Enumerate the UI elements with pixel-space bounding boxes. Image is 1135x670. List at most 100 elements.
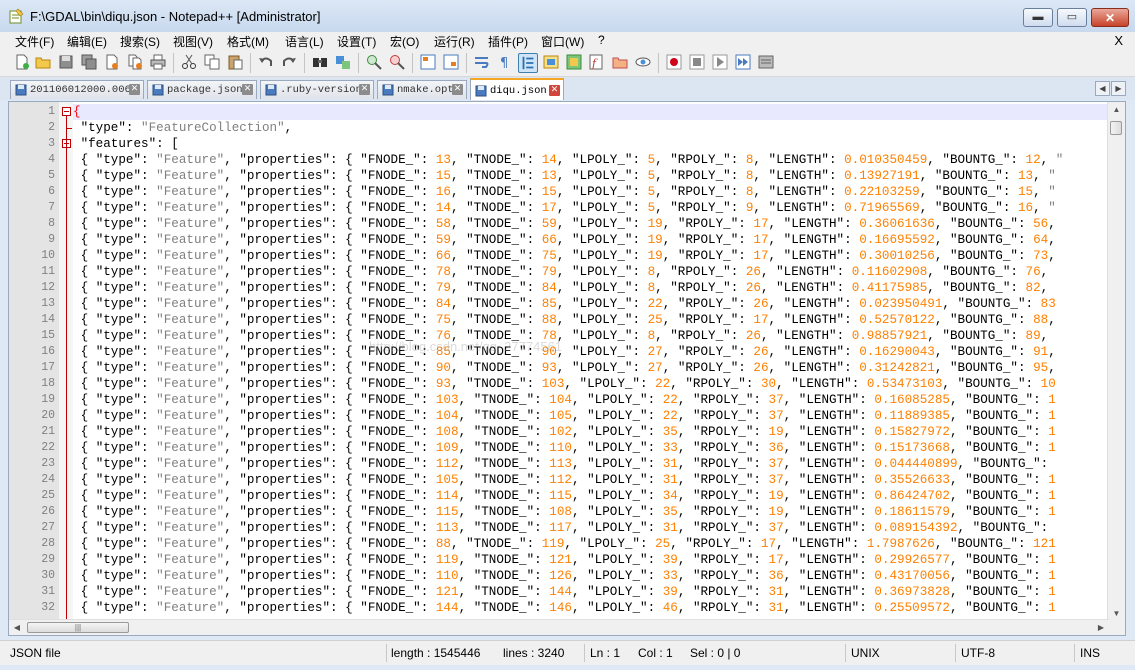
sync-horizontal-icon[interactable] [443, 54, 459, 70]
replace-icon[interactable] [335, 54, 351, 70]
code-line[interactable]: { "type": "Feature", "properties": { "FN… [73, 600, 1107, 616]
tab-nmake-opt[interactable]: nmake.opt ✕ [377, 80, 467, 99]
code-line[interactable]: { "type": "Feature", "properties": { "FN… [73, 248, 1107, 264]
code-line[interactable]: { "type": "Feature", "properties": { "FN… [73, 552, 1107, 568]
folder-as-workspace-icon[interactable] [612, 54, 628, 70]
monitoring-icon[interactable] [635, 54, 651, 70]
fold-margin[interactable] [59, 102, 73, 635]
code-line[interactable]: { "type": "Feature", "properties": { "FN… [73, 504, 1107, 520]
code-line[interactable]: { "type": "Feature", "properties": { "FN… [73, 328, 1107, 344]
code-line[interactable]: { "type": "Feature", "properties": { "FN… [73, 568, 1107, 584]
tab-close-icon[interactable]: ✕ [242, 84, 253, 95]
copy-icon[interactable] [204, 54, 220, 70]
save-all-icon[interactable] [81, 54, 97, 70]
tab-diqu-json[interactable]: diqu.json ✕ [470, 78, 564, 100]
stop-macro-icon[interactable] [689, 54, 705, 70]
code-line[interactable]: { "type": "Feature", "properties": { "FN… [73, 424, 1107, 440]
tab-package-json[interactable]: package.json ✕ [147, 80, 257, 99]
vertical-scroll-thumb[interactable] [1110, 121, 1122, 135]
code-line[interactable]: "features": [ [73, 136, 1107, 152]
find-icon[interactable] [312, 54, 328, 70]
close-window-button[interactable]: ✕ [1091, 8, 1129, 27]
tab-201106012000-006[interactable]: 201106012000.006 ✕ [10, 80, 144, 99]
show-all-chars-icon[interactable]: ¶ [497, 54, 513, 70]
menu-run[interactable]: 运行(R) [434, 33, 475, 50]
sync-vertical-icon[interactable] [420, 54, 436, 70]
code-line[interactable]: { "type": "Feature", "properties": { "FN… [73, 408, 1107, 424]
doc-map-icon[interactable] [566, 54, 582, 70]
zoom-in-icon[interactable] [366, 54, 382, 70]
menu-window[interactable]: 窗口(W) [541, 33, 584, 50]
code-line[interactable]: { "type": "Feature", "properties": { "FN… [73, 344, 1107, 360]
menu-view[interactable]: 视图(V) [173, 33, 213, 50]
zoom-out-icon[interactable] [389, 54, 405, 70]
code-line[interactable]: { [73, 104, 1107, 120]
code-line[interactable]: { "type": "Feature", "properties": { "FN… [73, 536, 1107, 552]
language-icon[interactable] [543, 54, 559, 70]
print-icon[interactable] [150, 54, 166, 70]
save-icon[interactable] [58, 54, 74, 70]
code-line[interactable]: { "type": "Feature", "properties": { "FN… [73, 440, 1107, 456]
run-macro-multiple-icon[interactable] [735, 54, 751, 70]
code-line[interactable]: { "type": "Feature", "properties": { "FN… [73, 456, 1107, 472]
menu-settings[interactable]: 设置(T) [337, 33, 376, 50]
record-macro-icon[interactable] [666, 54, 682, 70]
paste-icon[interactable] [227, 54, 243, 70]
code-line[interactable]: { "type": "Feature", "properties": { "FN… [73, 392, 1107, 408]
menu-file[interactable]: 文件(F) [15, 33, 54, 50]
undo-icon[interactable] [258, 54, 274, 70]
code-line[interactable]: { "type": "Feature", "properties": { "FN… [73, 152, 1107, 168]
word-wrap-icon[interactable] [474, 54, 490, 70]
code-line[interactable]: { "type": "Feature", "properties": { "FN… [73, 184, 1107, 200]
scroll-up-icon[interactable]: ▲ [1109, 102, 1124, 118]
code-line[interactable]: { "type": "Feature", "properties": { "FN… [73, 360, 1107, 376]
code-line[interactable]: { "type": "Feature", "properties": { "FN… [73, 216, 1107, 232]
menu-format[interactable]: 格式(M) [227, 33, 269, 50]
close-file-icon[interactable] [104, 54, 120, 70]
fold-toggle-icon[interactable] [62, 107, 71, 116]
text-editor[interactable]: 1 2 3 4 5 6 7 8 9 10 11 12 13 14 15 16 17 18 19 20 21 22 23 24 2… [8, 101, 1126, 636]
code-line[interactable]: { "type": "Feature", "properties": { "FN… [73, 584, 1107, 600]
close-document-button[interactable]: X [1114, 33, 1123, 48]
minimize-button[interactable]: ▬ [1023, 8, 1053, 27]
horizontal-scrollbar[interactable]: ◀ ||| ▶ [9, 619, 1109, 635]
code-line[interactable]: { "type": "Feature", "properties": { "FN… [73, 280, 1107, 296]
menu-language[interactable]: 语言(L) [285, 33, 324, 50]
scroll-left-icon[interactable]: ◀ [9, 620, 25, 635]
maximize-button[interactable]: ▭ [1057, 8, 1087, 27]
save-macro-icon[interactable] [758, 54, 774, 70]
tab-close-icon[interactable]: ✕ [129, 84, 140, 95]
code-line[interactable]: { "type": "Feature", "properties": { "FN… [73, 472, 1107, 488]
code-line[interactable]: { "type": "Feature", "properties": { "FN… [73, 376, 1107, 392]
horizontal-scroll-thumb[interactable]: ||| [27, 622, 129, 633]
menu-help[interactable]: ? [598, 33, 605, 47]
play-macro-icon[interactable] [712, 54, 728, 70]
code-line[interactable]: { "type": "Feature", "properties": { "FN… [73, 264, 1107, 280]
code-line[interactable]: { "type": "Feature", "properties": { "FN… [73, 312, 1107, 328]
close-all-icon[interactable] [127, 54, 143, 70]
menu-plugins[interactable]: 插件(P) [488, 33, 528, 50]
new-file-icon[interactable] [14, 54, 30, 70]
function-list-icon[interactable]: f [589, 54, 605, 70]
title-bar[interactable]: F:\GDAL\bin\diqu.json - Notepad++ [Admin… [0, 0, 1135, 32]
menu-macro[interactable]: 宏(O) [390, 33, 419, 50]
code-line[interactable]: { "type": "Feature", "properties": { "FN… [73, 488, 1107, 504]
tab-close-icon[interactable]: ✕ [452, 84, 463, 95]
tab-ruby-version[interactable]: .ruby-version ✕ [260, 80, 374, 99]
code-line[interactable]: { "type": "Feature", "properties": { "FN… [73, 520, 1107, 536]
indent-guide-icon[interactable] [518, 53, 538, 73]
cut-icon[interactable] [181, 54, 197, 70]
code-line[interactable]: { "type": "Feature", "properties": { "FN… [73, 296, 1107, 312]
code-line[interactable]: { "type": "Feature", "properties": { "FN… [73, 168, 1107, 184]
tab-scroll-right-icon[interactable]: ▶ [1111, 81, 1126, 96]
tab-close-icon[interactable]: ✕ [549, 85, 560, 96]
code-line[interactable]: { "type": "Feature", "properties": { "FN… [73, 232, 1107, 248]
scroll-right-icon[interactable]: ▶ [1093, 620, 1109, 635]
code-line[interactable]: { "type": "Feature", "properties": { "FN… [73, 200, 1107, 216]
menu-search[interactable]: 搜索(S) [120, 33, 160, 50]
vertical-scrollbar[interactable]: ▲ ▼ [1107, 102, 1125, 622]
code-area[interactable]: { "type": "FeatureCollection", "features… [73, 102, 1107, 622]
tab-close-icon[interactable]: ✕ [359, 84, 370, 95]
menu-edit[interactable]: 编辑(E) [67, 33, 107, 50]
redo-icon[interactable] [281, 54, 297, 70]
